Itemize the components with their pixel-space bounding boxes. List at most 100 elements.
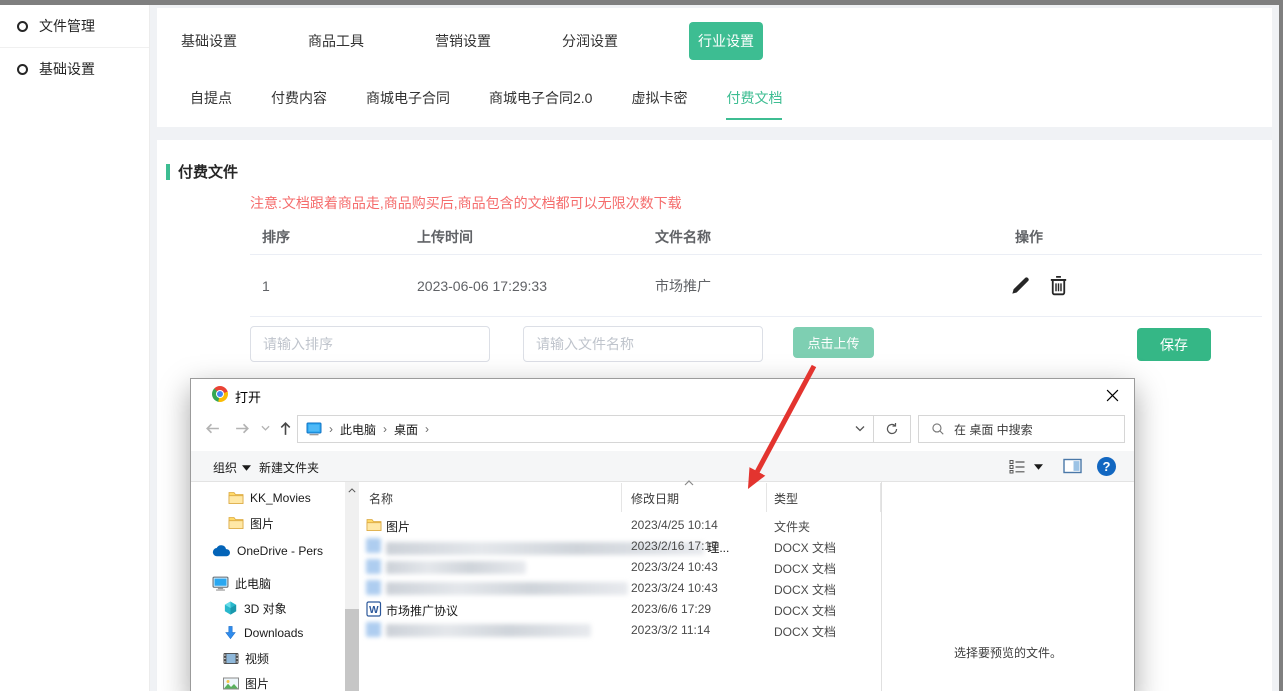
up-icon[interactable] — [277, 420, 294, 437]
address-bar[interactable]: › 此电脑 › 桌面 › — [297, 415, 874, 443]
tree-item-pictures[interactable]: 图片 — [191, 671, 341, 691]
help-icon[interactable]: ? — [1097, 457, 1116, 476]
folder-tree: KK_Movies 图片 OneDrive - Pers — [191, 482, 345, 691]
tree-item-videos[interactable]: 视频 — [191, 646, 341, 670]
table-row: 1 2023-06-06 17:29:33 市场推广 — [250, 255, 1262, 317]
file-row-redacted[interactable]: 2023/3/2 11:14 DOCX 文档 — [359, 620, 881, 641]
tabs-card: 基础设置 商品工具 营销设置 分润设置 行业设置 自提点 付费内容 商城电子合同… — [157, 8, 1272, 127]
new-folder-button[interactable]: 新建文件夹 — [259, 459, 319, 476]
tree-item-3d-objects[interactable]: 3D 对象 — [191, 596, 341, 620]
window-top-border — [0, 0, 1283, 5]
tree-item-onedrive[interactable]: OneDrive - Pers — [191, 539, 341, 563]
table-header-row: 排序 上传时间 文件名称 操作 — [250, 220, 1262, 255]
cell-sort: 1 — [250, 278, 405, 294]
add-file-form: 点击上传 保存 — [250, 326, 1262, 362]
file-name-input[interactable] — [523, 326, 763, 362]
file-date: 2023/3/2 11:14 — [631, 623, 710, 637]
view-dropdown-icon[interactable] — [1034, 464, 1043, 470]
delete-icon[interactable] — [1047, 274, 1070, 297]
tab-mall-econtract[interactable]: 商城电子合同 — [366, 88, 450, 118]
primary-tabs: 基础设置 商品工具 营销设置 分润设置 行业设置 — [157, 22, 763, 60]
save-button[interactable]: 保存 — [1137, 328, 1211, 361]
redacted-file-icon — [366, 559, 381, 574]
tree-item-downloads[interactable]: Downloads — [191, 621, 341, 645]
file-list-header: 名称 修改日期 类型 — [359, 483, 881, 512]
tab-industry-settings[interactable]: 行业设置 — [689, 22, 763, 60]
tab-pickup-point[interactable]: 自提点 — [190, 88, 232, 118]
dialog-titlebar[interactable]: 打开 — [191, 379, 1134, 409]
folder-icon — [228, 491, 244, 505]
sort-input[interactable] — [250, 326, 490, 362]
file-date: 2023/3/24 10:43 — [631, 581, 718, 595]
tree-item-label: 3D 对象 — [244, 600, 287, 617]
column-header-name[interactable]: 名称 — [369, 490, 393, 507]
tab-product-tools[interactable]: 商品工具 — [308, 31, 364, 51]
redacted-file-icon — [366, 580, 381, 595]
scrollbar-up-icon[interactable] — [345, 482, 359, 499]
files-table: 排序 上传时间 文件名称 操作 1 2023-06-06 17:29:33 市场… — [250, 220, 1262, 317]
tab-paid-content[interactable]: 付费内容 — [271, 88, 327, 118]
refresh-button[interactable] — [873, 415, 911, 443]
column-header-date[interactable]: 修改日期 — [631, 490, 679, 507]
tree-item-kk-movies[interactable]: KK_Movies — [191, 486, 341, 510]
section-accent-bar — [166, 164, 170, 180]
file-row-market-agreement[interactable]: W 市场推广协议 2023/6/6 17:29 DOCX 文档 — [359, 599, 881, 620]
tab-profit-settings[interactable]: 分润设置 — [562, 31, 618, 51]
tab-virtual-card[interactable]: 虚拟卡密 — [631, 88, 687, 118]
file-name: 图片 — [386, 518, 410, 535]
cell-actions — [1003, 274, 1262, 297]
breadcrumb-separator: › — [425, 422, 429, 436]
file-date: 2023/6/6 17:29 — [631, 602, 711, 616]
column-separator[interactable] — [766, 483, 767, 512]
back-icon[interactable] — [204, 420, 221, 437]
tree-scrollbar[interactable] — [345, 482, 359, 691]
file-row-redacted[interactable]: 理... 2023/2/16 17:17 DOCX 文档 — [359, 536, 881, 557]
chevron-down-icon — [242, 465, 251, 471]
file-row-redacted[interactable]: 2023/3/24 10:43 DOCX 文档 — [359, 557, 881, 578]
dialog-title: 打开 — [235, 387, 261, 406]
preview-hint: 选择要预览的文件。 — [882, 644, 1134, 661]
edit-icon[interactable] — [1009, 274, 1032, 297]
column-separator[interactable] — [621, 483, 622, 512]
tab-marketing-settings[interactable]: 营销设置 — [435, 31, 491, 51]
tab-basic-settings[interactable]: 基础设置 — [181, 31, 237, 51]
sidebar-item-file-management[interactable]: 文件管理 — [0, 5, 149, 47]
search-box[interactable]: 在 桌面 中搜索 — [918, 415, 1125, 443]
screen: 文件管理 基础设置 基础设置 商品工具 营销设置 分润设置 行业设置 自提点 付… — [0, 0, 1283, 691]
tab-mall-econtract-2[interactable]: 商城电子合同2.0 — [489, 88, 592, 118]
file-name-redacted — [386, 623, 591, 637]
dialog-nav-row: › 此电脑 › 桌面 › 在 桌面 中搜索 — [191, 413, 1134, 443]
folder-icon — [228, 516, 244, 530]
file-row-redacted[interactable]: 2023/3/24 10:43 DOCX 文档 — [359, 578, 881, 599]
history-chevron-icon[interactable] — [261, 425, 270, 432]
upload-button[interactable]: 点击上传 — [793, 327, 874, 358]
cell-name: 市场推广 — [643, 276, 1003, 296]
column-header-type[interactable]: 类型 — [774, 490, 798, 507]
tree-item-label: 视频 — [245, 650, 269, 667]
page-title: 付费文件 — [178, 161, 238, 182]
close-icon[interactable] — [1100, 383, 1124, 407]
organize-label: 组织 — [213, 459, 237, 476]
onedrive-icon — [212, 545, 231, 557]
file-date: 2023/2/16 17:17 — [631, 539, 718, 553]
organize-button[interactable]: 组织 — [213, 459, 251, 476]
file-row-pictures[interactable]: 图片 2023/4/25 10:14 文件夹 — [359, 515, 881, 536]
window-right-border — [1279, 0, 1283, 691]
file-type: 文件夹 — [774, 518, 810, 535]
file-type: DOCX 文档 — [774, 560, 836, 577]
breadcrumb-desktop[interactable]: 桌面 — [394, 421, 418, 438]
scrollbar-thumb[interactable] — [345, 609, 359, 691]
view-list-icon[interactable] — [1009, 459, 1027, 474]
tree-item-this-pc[interactable]: 此电脑 — [191, 571, 341, 595]
search-icon — [931, 422, 945, 436]
file-name: 市场推广协议 — [386, 602, 458, 619]
breadcrumb-this-pc[interactable]: 此电脑 — [340, 421, 376, 438]
address-dropdown-icon[interactable] — [855, 425, 865, 433]
tab-paid-docs[interactable]: 付费文档 — [726, 88, 782, 120]
forward-icon[interactable] — [234, 420, 251, 437]
preview-pane-icon[interactable] — [1063, 458, 1082, 474]
cell-time: 2023-06-06 17:29:33 — [405, 278, 643, 294]
sidebar-item-basic-settings[interactable]: 基础设置 — [0, 48, 149, 90]
tree-item-pictures-folder[interactable]: 图片 — [191, 511, 341, 535]
tree-item-label: 图片 — [250, 515, 274, 532]
